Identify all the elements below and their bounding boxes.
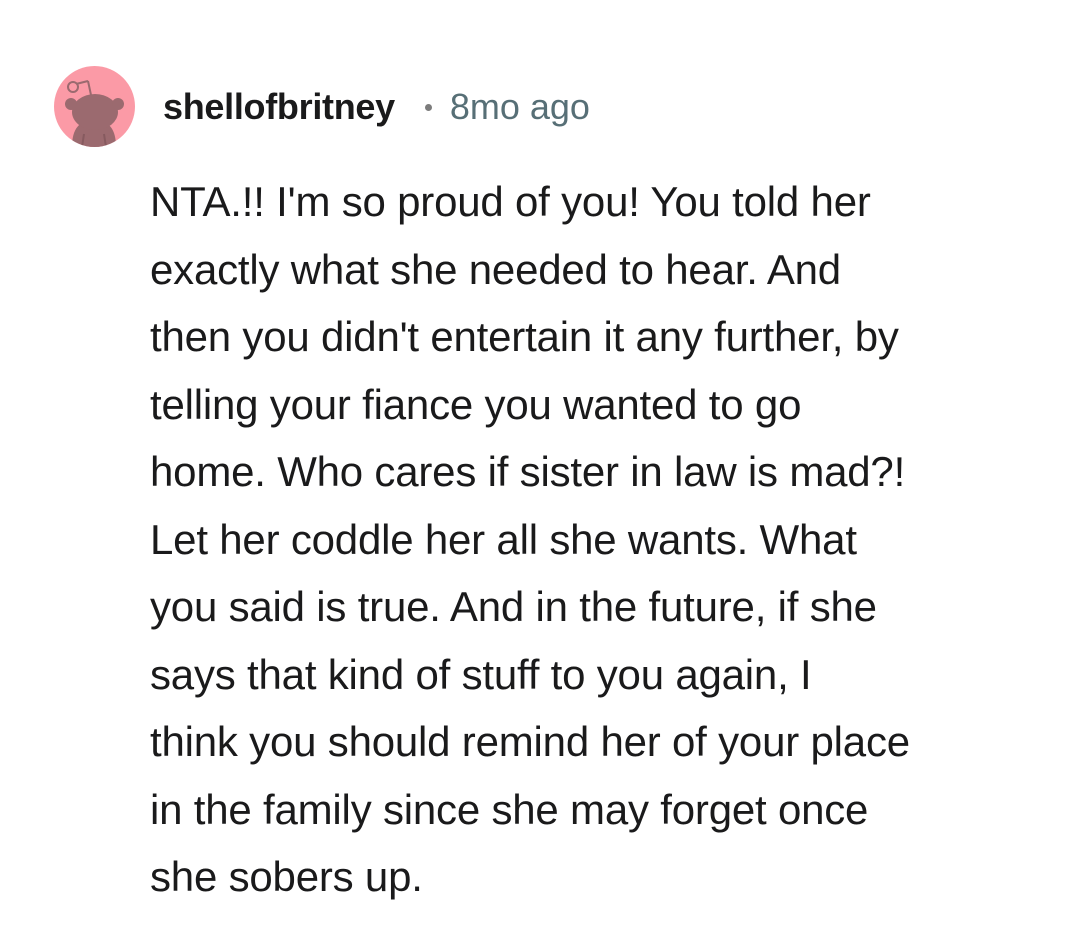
comment-body-line: you said is true. And in the future, if …: [150, 583, 877, 630]
comment-body-line: in the family since she may forget once: [150, 785, 869, 833]
comment-body-line: NTA.!! I'm so proud of you! You told her: [150, 178, 871, 225]
comment-body-line: says that kind of stuff to you again, I: [150, 650, 812, 698]
comment-body-line: home. Who cares if sister in law is mad?…: [150, 448, 906, 495]
comment-timestamp: 8mo ago: [449, 86, 590, 127]
snoo-avatar-icon: [65, 80, 124, 147]
comment-author[interactable]: shellofbritney: [163, 86, 395, 128]
comment-body-line: telling your fiance you wanted to go: [150, 380, 802, 428]
comment-body-line: think you should remind her of your plac…: [150, 718, 910, 765]
comment-header: shellofbritney 8mo ago: [163, 84, 590, 130]
comment-body-line: exactly what she needed to hear. And: [150, 245, 841, 293]
separator-dot: [424, 103, 432, 111]
user-avatar[interactable]: [54, 66, 135, 147]
comment: shellofbritney 8mo ago NTA.!! I'm so pro…: [0, 0, 1080, 934]
comment-body-line: she sobers up.: [150, 853, 423, 900]
comment-body-line: Let her coddle her all she wants. What: [150, 515, 857, 563]
comment-body: NTA.!! I'm so proud of you! You told her…: [150, 168, 1040, 911]
comment-body-line: then you didn't entertain it any further…: [150, 313, 899, 360]
